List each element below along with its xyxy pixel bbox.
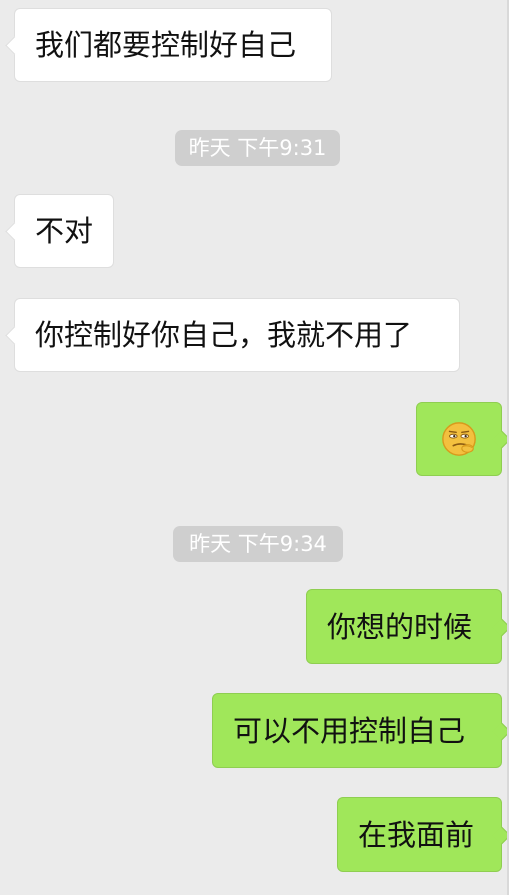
message-text: 你控制好你自己，我就不用了 (35, 318, 413, 352)
incoming-message-bubble[interactable]: 不对 (5, 194, 114, 268)
bubble-tail (5, 326, 24, 345)
timestamp-label: 昨天 下午9:31 (175, 130, 340, 166)
message-text: 不对 (35, 214, 94, 248)
bubble-tail (5, 222, 24, 241)
chat-message-list[interactable]: 我们都要控制好自己 昨天 下午9:31 不对 你控制好你自己，我就不用了 昨天 … (0, 0, 509, 895)
message-text: 你想的时候 (327, 609, 473, 644)
smirk-face-emoji-icon (442, 422, 476, 456)
outgoing-emoji-bubble[interactable] (416, 402, 509, 476)
incoming-message-bubble[interactable]: 我们都要控制好自己 (5, 8, 332, 82)
timestamp-label: 昨天 下午9:34 (173, 526, 343, 562)
outgoing-message-bubble[interactable]: 可以不用控制自己 (212, 693, 509, 768)
bubble-tail (5, 36, 24, 55)
message-text: 可以不用控制自己 (233, 713, 466, 748)
message-text: 我们都要控制好自己 (35, 28, 297, 62)
outgoing-message-bubble[interactable]: 你想的时候 (306, 589, 509, 664)
outgoing-message-bubble[interactable]: 在我面前 (337, 797, 509, 872)
message-text: 在我面前 (358, 817, 475, 852)
incoming-message-bubble[interactable]: 你控制好你自己，我就不用了 (5, 298, 460, 372)
